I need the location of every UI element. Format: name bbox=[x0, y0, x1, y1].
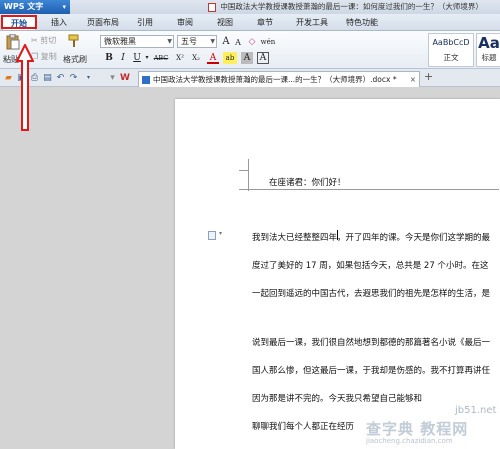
crop-mark bbox=[248, 171, 249, 191]
cut-button[interactable]: ✂ 剪切 bbox=[31, 35, 56, 46]
watermark-url: jiaocheng.chazidian.com bbox=[366, 437, 453, 445]
text-cursor bbox=[337, 230, 338, 240]
body-line[interactable]: 国人那么惨，但这最后一课，于我却是伤感的。我不打算再讲任 bbox=[252, 364, 490, 376]
character-shading-button[interactable]: A bbox=[241, 52, 253, 64]
bold-button[interactable]: B bbox=[103, 52, 115, 64]
wps-logo-icon[interactable]: W bbox=[120, 73, 130, 83]
style-normal[interactable]: AaBbCcD 正文 bbox=[428, 33, 474, 67]
tab-special-features[interactable]: 特色功能 bbox=[340, 16, 384, 30]
style-normal-label: 正文 bbox=[443, 53, 459, 62]
cut-label: 剪切 bbox=[40, 36, 57, 45]
highlight-button[interactable]: ab bbox=[223, 52, 237, 64]
body-line[interactable]: 因为那是讲不完的。今天我只希望自己能够和 bbox=[252, 392, 422, 404]
body-line[interactable]: 我到法大已经整整四年，开了四年的课。今天是你们这学期的最 bbox=[252, 231, 490, 243]
chevron-down-icon: ▼ bbox=[210, 38, 215, 45]
style-heading-label: 标题 bbox=[481, 53, 497, 62]
tab-references[interactable]: 引用 bbox=[130, 16, 160, 30]
tab-developer[interactable]: 开发工具 bbox=[290, 16, 334, 30]
header-line bbox=[239, 189, 499, 190]
tab-chapter[interactable]: 章节 bbox=[250, 16, 280, 30]
style-normal-preview: AaBbCcD bbox=[432, 38, 470, 47]
strikethrough-button[interactable]: ABC bbox=[152, 52, 170, 64]
document-tab-title: 中国政法大学教授课教授萧瀚的最后一课...的一生？（大师境界）.docx * bbox=[153, 75, 397, 84]
wps-app-menu-button[interactable]: WPS 文字 ▾ bbox=[0, 0, 70, 14]
tab-list-icon[interactable]: ▾ bbox=[108, 73, 117, 83]
superscript-button[interactable]: X² bbox=[173, 52, 187, 64]
word-document-icon bbox=[142, 76, 150, 84]
document-page[interactable]: 在座诸君：你们好！ ▾ 我到法大已经整整四年，开了四年的课。今天是你们这学期的最… bbox=[175, 99, 500, 449]
annotation-arrow-icon bbox=[16, 44, 34, 131]
format-painter-label[interactable]: 格式刷 bbox=[63, 54, 87, 65]
quick-access-toolbar: ▰ ▣ ⎙ ▤ ↶ ↷ ▾ ▾ W 中国政法大学教授课教授萧瀚的最后一课...的… bbox=[0, 69, 500, 87]
open-folder-icon[interactable]: ▰ bbox=[4, 73, 13, 83]
crop-mark bbox=[239, 159, 249, 171]
tab-view[interactable]: 视图 bbox=[210, 16, 240, 30]
chevron-down-icon: ▾ bbox=[62, 3, 66, 11]
pinyin-guide-button[interactable]: wén bbox=[260, 36, 276, 48]
title-bar: WPS 文字 ▾ 中国政法大学教授课教授萧瀚的最后一课：如何度过我们的一生？（大… bbox=[0, 0, 500, 14]
new-tab-button[interactable]: + bbox=[424, 70, 433, 83]
italic-button[interactable]: I bbox=[117, 52, 129, 64]
watermark-brand: 查字典 教程网 bbox=[366, 420, 469, 438]
body-line[interactable]: 聊聊我们每个人都正在经历 bbox=[252, 420, 354, 432]
tab-page-layout[interactable]: 页面布局 bbox=[82, 16, 124, 30]
tab-insert[interactable]: 插入 bbox=[44, 16, 74, 30]
customize-dropdown-icon[interactable]: ▾ bbox=[84, 73, 93, 83]
window-title: 中国政法大学教授课教授萧瀚的最后一课：如何度过我们的一生？（大师境界） bbox=[208, 0, 500, 14]
annotation-highlight-box bbox=[1, 15, 37, 29]
font-size-value: 五号 bbox=[181, 37, 197, 46]
grow-font-button[interactable]: A bbox=[220, 36, 232, 48]
paragraph-layout-icon[interactable] bbox=[208, 231, 216, 240]
body-line[interactable]: 说到最后一课，我们很自然地想到都德的那篇著名小说《最后一 bbox=[252, 336, 490, 348]
style-heading[interactable]: Aa 标题 bbox=[476, 33, 500, 67]
body-line[interactable]: 度过了美好的 17 周，如果包括今天，总共是 27 个小时。在这 bbox=[252, 259, 488, 271]
font-family-value: 微软雅黑 bbox=[104, 37, 136, 46]
app-name: WPS 文字 bbox=[4, 2, 44, 11]
font-family-select[interactable]: 微软雅黑 ▼ bbox=[100, 35, 174, 48]
copy-button[interactable]: ❐ 复制 bbox=[31, 51, 57, 62]
clear-format-button[interactable]: ◇ bbox=[246, 36, 258, 48]
menu-tabs: 开始 插入 页面布局 引用 审阅 视图 章节 开发工具 特色功能 bbox=[0, 14, 500, 31]
style-heading-preview: Aa bbox=[478, 34, 500, 52]
document-tab[interactable]: 中国政法大学教授课教授萧瀚的最后一课...的一生？（大师境界）.docx * × bbox=[138, 71, 420, 87]
subscript-button[interactable]: X₂ bbox=[189, 52, 203, 64]
document-icon bbox=[208, 2, 216, 12]
print-preview-icon[interactable]: ▤ bbox=[43, 73, 52, 83]
format-painter-button[interactable] bbox=[67, 34, 81, 50]
font-size-select[interactable]: 五号 ▼ bbox=[177, 35, 217, 48]
close-icon[interactable]: × bbox=[410, 72, 416, 87]
chevron-down-icon[interactable]: ▾ bbox=[219, 230, 222, 237]
window-title-text: 中国政法大学教授课教授萧瀚的最后一课：如何度过我们的一生？（大师境界） bbox=[220, 2, 483, 11]
body-line[interactable]: 一起回到遥远的中国古代，去遐思我们的祖先是怎样的生活，是 bbox=[252, 287, 490, 299]
greeting-line[interactable]: 在座诸君：你们好！ bbox=[269, 176, 346, 188]
format-painter-icon bbox=[68, 34, 79, 47]
font-color-button[interactable]: A bbox=[207, 52, 219, 64]
ribbon-toolbar: 粘贴 ▾ ✂ 剪切 ❐ 复制 格式刷 微软雅黑 ▼ 五号 ▼ A A ◇ wén… bbox=[0, 31, 500, 69]
redo-icon[interactable]: ↷ bbox=[69, 73, 78, 83]
chevron-down-icon: ▼ bbox=[167, 38, 172, 45]
shrink-font-button[interactable]: A bbox=[232, 37, 244, 49]
watermark-site: jb51.net bbox=[455, 405, 497, 416]
undo-icon[interactable]: ↶ bbox=[56, 73, 65, 83]
character-border-button[interactable]: A bbox=[257, 52, 269, 64]
copy-label: 复制 bbox=[40, 52, 57, 61]
tab-review[interactable]: 审阅 bbox=[170, 16, 200, 30]
